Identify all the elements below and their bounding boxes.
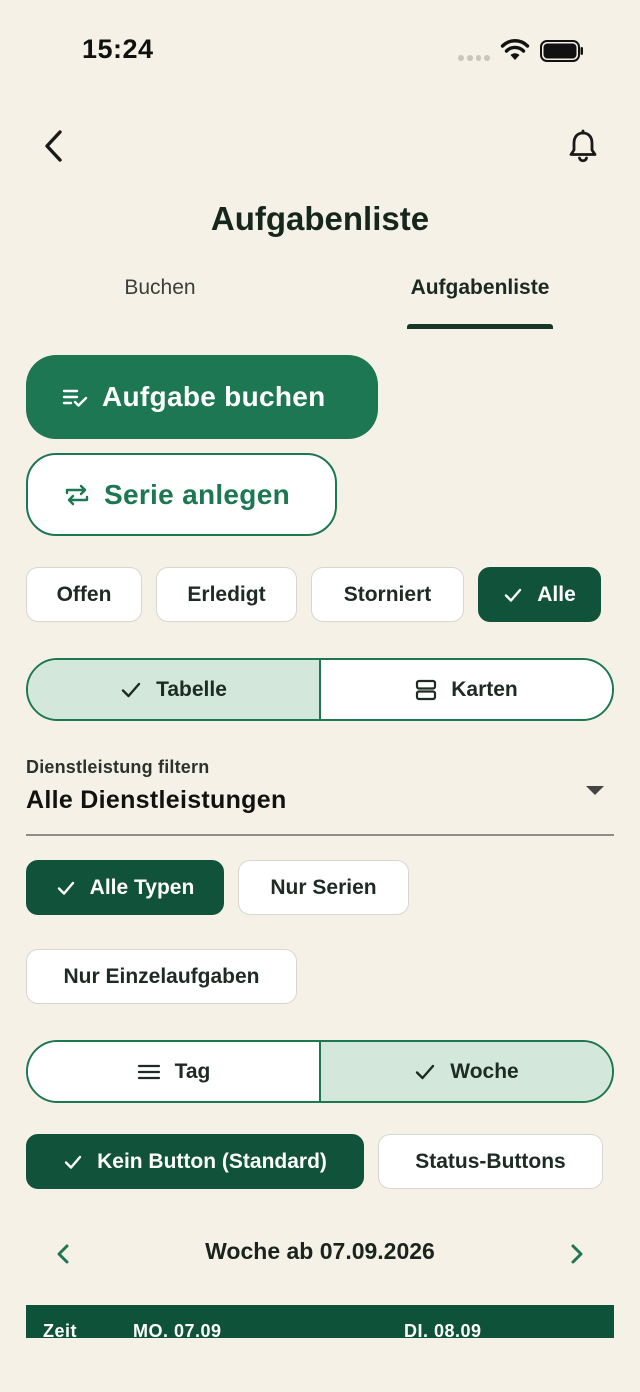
view-option-label: Karten — [451, 677, 518, 701]
chip-label: Erledigt — [187, 582, 266, 606]
chip-label: Alle Typen — [89, 875, 195, 899]
checkmark-icon — [121, 682, 141, 697]
week-title: Woche ab 07.09.2026 — [205, 1238, 435, 1264]
column-header-tuesday: DI. 08.09 — [404, 1321, 482, 1338]
create-series-label: Serie anlegen — [104, 478, 290, 510]
battery-icon — [540, 40, 583, 62]
service-filter-label: Dienstleistung filtern — [26, 757, 210, 777]
view-toggle: Tabelle Karten — [26, 658, 614, 721]
dropdown-underline — [26, 834, 614, 836]
cellular-signal-icon — [458, 55, 490, 61]
filter-chip-storniert[interactable]: Storniert — [311, 567, 464, 622]
checkmark-icon — [64, 1155, 82, 1169]
view-option-karten[interactable]: Karten — [319, 660, 612, 719]
service-filter-value: Alle Dienstleistungen — [26, 786, 287, 814]
page-title: Aufgabenliste — [210, 200, 430, 237]
chip-label: Offen — [56, 582, 112, 606]
filter-chip-alle[interactable]: Alle — [478, 567, 601, 622]
book-task-label: Aufgabe buchen — [102, 381, 326, 412]
wifi-icon — [500, 39, 530, 60]
bell-icon[interactable] — [564, 128, 602, 166]
chip-label: Nur Serien — [270, 875, 377, 899]
book-task-button[interactable]: Aufgabe buchen — [26, 355, 378, 439]
chip-label: Nur Einzelaufgaben — [63, 964, 260, 988]
period-option-woche[interactable]: Woche — [319, 1042, 612, 1101]
view-option-label: Tabelle — [156, 677, 227, 701]
back-icon[interactable] — [38, 128, 74, 164]
button-mode-status[interactable]: Status-Buttons — [378, 1134, 603, 1189]
tab-aufgabenliste[interactable]: Aufgabenliste — [400, 276, 560, 300]
tab-buchen[interactable]: Buchen — [80, 276, 240, 300]
period-toggle: Tag Woche — [26, 1040, 614, 1103]
repeat-icon — [65, 484, 89, 505]
type-chip-nur-einzelaufgaben[interactable]: Nur Einzelaufgaben — [26, 949, 297, 1004]
button-mode-none[interactable]: Kein Button (Standard) — [26, 1134, 364, 1189]
period-option-label: Tag — [174, 1059, 211, 1083]
period-option-tag[interactable]: Tag — [28, 1042, 319, 1101]
column-header-monday: MO. 07.09 — [133, 1321, 222, 1338]
period-option-label: Woche — [450, 1059, 519, 1083]
tab-indicator — [407, 324, 553, 329]
cards-icon — [416, 679, 437, 700]
day-lines-icon — [137, 1064, 160, 1079]
chip-label: Kein Button (Standard) — [97, 1149, 327, 1173]
chip-label: Storniert — [343, 582, 432, 606]
checkmark-icon — [505, 588, 522, 602]
checkmark-icon — [416, 1064, 435, 1079]
task-list-check-icon — [62, 389, 88, 407]
checkmark-icon — [57, 881, 74, 895]
status-time: 15:24 — [82, 34, 154, 64]
chip-label: Alle — [537, 582, 576, 606]
view-option-tabelle[interactable]: Tabelle — [28, 660, 319, 719]
column-header-time: Zeit — [43, 1321, 78, 1338]
chip-label: Status-Buttons — [415, 1149, 566, 1173]
type-chip-alle-typen[interactable]: Alle Typen — [26, 860, 224, 915]
table-header: Zeit MO. 07.09 DI. 08.09 — [26, 1305, 614, 1338]
type-chip-nur-serien[interactable]: Nur Serien — [238, 860, 409, 915]
chevron-right-icon[interactable] — [562, 1240, 590, 1268]
filter-chip-offen[interactable]: Offen — [26, 567, 142, 622]
create-series-button[interactable]: Serie anlegen — [26, 453, 337, 536]
dropdown-arrow-icon — [586, 786, 604, 795]
filter-chip-erledigt[interactable]: Erledigt — [156, 567, 297, 622]
